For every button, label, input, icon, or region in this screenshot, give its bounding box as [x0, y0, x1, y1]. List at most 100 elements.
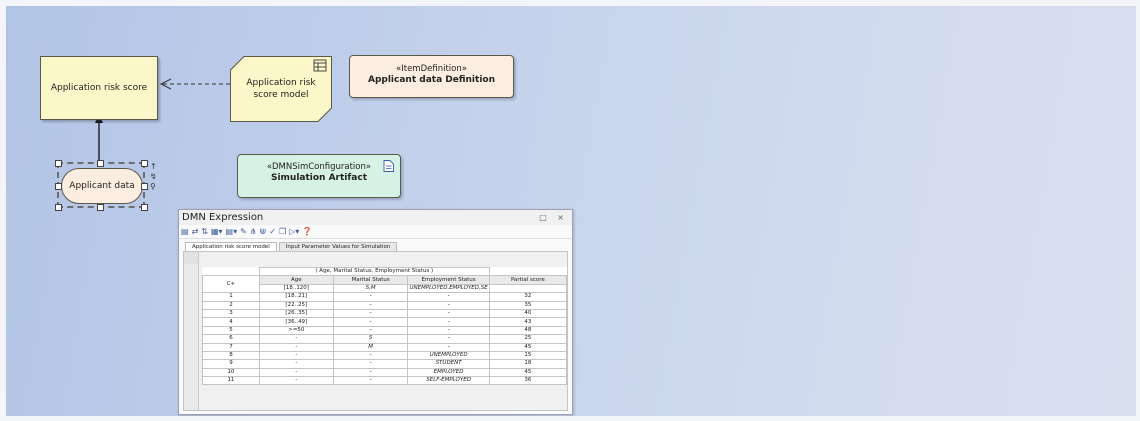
rule-cell[interactable]: - — [407, 317, 490, 327]
rule-number-cell[interactable]: 7 — [202, 342, 260, 352]
rule-number-cell[interactable]: 10 — [202, 367, 260, 378]
sort-icon[interactable]: ⇅ — [201, 227, 208, 236]
table-row[interactable]: 2 [22..25] - -35 — [202, 300, 567, 310]
rule-cell[interactable]: 36 — [488, 376, 567, 386]
rule-cell[interactable]: [26..35] — [258, 308, 334, 319]
resize-handle[interactable] — [141, 160, 148, 167]
rule-cell[interactable]: 45 — [488, 342, 567, 352]
quicklink-connector-icon[interactable]: ↯ — [150, 172, 157, 182]
decision-node[interactable]: Application risk score — [40, 56, 158, 120]
dmn-titlebar[interactable]: DMN Expression □ × — [179, 210, 572, 225]
allowed-values-cell[interactable] — [488, 283, 567, 294]
bkm-node[interactable]: Application risk score model — [230, 56, 332, 122]
rule-cell[interactable]: - — [407, 300, 490, 310]
save-icon[interactable]: ▤ — [181, 227, 189, 236]
rule-cell[interactable]: - — [407, 308, 490, 319]
table-row[interactable]: 6- S -25 — [202, 334, 567, 344]
rule-number-cell[interactable]: 2 — [202, 300, 260, 310]
rule-number-cell[interactable]: 6 — [202, 334, 260, 344]
table-row[interactable]: 10- - EMPLOYED 45 — [202, 367, 567, 378]
dmn-expression-window[interactable]: DMN Expression □ × ▤ ⇄ ⇅ ▦▾ ▤▾ ✎ ⋔ ⋓ ✓ ❐… — [178, 209, 573, 415]
column-header[interactable]: Employment Status — [407, 275, 490, 285]
rule-number-cell[interactable]: 1 — [202, 292, 260, 302]
allowed-values-cell[interactable]: UNEMPLOYED,EMPLOYED,SE — [407, 283, 490, 294]
rule-cell[interactable]: >=50 — [258, 325, 334, 336]
rule-cell[interactable]: 32 — [488, 292, 567, 302]
table-row[interactable]: 11- - SELF-EMPLOYED 36 — [202, 376, 567, 386]
table-row[interactable]: 4 [36..49] - -43 — [202, 317, 567, 327]
tab-model[interactable]: Application risk score model — [185, 242, 277, 251]
table-row[interactable]: 8- - UNEMPLOYED 15 — [202, 350, 567, 361]
rule-cell[interactable]: - — [407, 334, 490, 344]
column-header[interactable]: Age — [258, 275, 334, 285]
rule-cell[interactable]: - — [407, 342, 490, 352]
rule-cell[interactable]: 45 — [488, 367, 567, 378]
rule-cell[interactable]: - — [258, 376, 334, 386]
edit-icon[interactable]: ✎ — [240, 227, 247, 236]
rule-cell[interactable]: - — [407, 292, 490, 302]
rule-cell[interactable]: - — [332, 292, 409, 302]
rule-cell[interactable]: STUDENT — [407, 359, 490, 369]
rule-cell[interactable]: 18 — [488, 359, 567, 369]
table-row[interactable]: 5 >=50- -48 — [202, 325, 567, 336]
rule-cell[interactable]: 48 — [488, 325, 567, 336]
rule-number-cell[interactable]: 8 — [202, 350, 260, 361]
validate-icon[interactable]: ✓ — [269, 227, 276, 236]
rule-cell[interactable]: - — [332, 317, 409, 327]
hit-policy-cell[interactable]: C+ — [202, 275, 260, 294]
allowed-values-cell[interactable]: S,M — [332, 283, 409, 294]
quicklink-search-icon[interactable]: ⚲ — [150, 182, 157, 192]
diagram-canvas[interactable]: Application risk score Application risk … — [6, 6, 1136, 416]
rule-cell[interactable]: - — [258, 359, 334, 369]
resize-handle[interactable] — [141, 183, 148, 190]
rule-number-cell[interactable]: 9 — [202, 359, 260, 369]
quicklink-arrow-icon[interactable]: ↑ — [150, 162, 157, 172]
resize-handle[interactable] — [55, 204, 62, 211]
table-row[interactable]: 9- - STUDENT 18 — [202, 359, 567, 369]
run-icon[interactable]: ▷▾ — [289, 227, 299, 236]
shuffle-icon[interactable]: ⇄ — [192, 227, 199, 236]
rule-cell[interactable]: 43 — [488, 317, 567, 327]
rule-cell[interactable]: 40 — [488, 308, 567, 319]
rule-cell[interactable]: 25 — [488, 334, 567, 344]
rule-cell[interactable]: EMPLOYED — [407, 367, 490, 378]
rule-cell[interactable]: 35 — [488, 300, 567, 310]
rule-number-cell[interactable]: 3 — [202, 308, 260, 319]
table-row[interactable]: 7- M -45 — [202, 342, 567, 352]
rule-cell[interactable]: SELF-EMPLOYED — [407, 376, 490, 386]
table-row[interactable]: 3 [26..35] - -40 — [202, 308, 567, 319]
merge-icon[interactable]: ⋓ — [260, 227, 267, 236]
rule-number-cell[interactable]: 5 — [202, 325, 260, 336]
rule-cell[interactable]: - — [332, 308, 409, 319]
rule-cell[interactable]: - — [258, 350, 334, 361]
help-icon[interactable]: ❓ — [302, 227, 312, 236]
insert-row-icon[interactable]: ▤▾ — [226, 227, 238, 236]
column-header[interactable]: Partial score — [488, 275, 567, 285]
item-definition-node[interactable]: «ItemDefinition» Applicant data Definiti… — [349, 55, 514, 98]
resize-handle[interactable] — [141, 204, 148, 211]
simulation-artifact-node[interactable]: «DMNSimConfiguration» Simulation Artifac… — [237, 154, 401, 198]
window-buttons[interactable]: □ × — [539, 213, 572, 222]
rule-cell[interactable]: - — [258, 334, 334, 344]
rule-cell[interactable]: M — [332, 342, 409, 352]
insert-column-icon[interactable]: ▦▾ — [211, 227, 223, 236]
resize-handle[interactable] — [97, 160, 104, 167]
input-data-node[interactable]: Applicant data — [61, 168, 143, 204]
rule-cell[interactable]: 15 — [488, 350, 567, 361]
resize-handle[interactable] — [55, 160, 62, 167]
rule-cell[interactable]: - — [332, 350, 409, 361]
copy-icon[interactable]: ❐ — [279, 227, 286, 236]
allowed-values-cell[interactable]: [18..120] — [258, 283, 334, 294]
rule-cell[interactable]: - — [258, 367, 334, 378]
rule-cell[interactable]: - — [332, 367, 409, 378]
rule-cell[interactable]: - — [332, 325, 409, 336]
table-row[interactable]: 1 [18..21] - -32 — [202, 292, 567, 302]
rule-number-cell[interactable]: 4 — [202, 317, 260, 327]
split-icon[interactable]: ⋔ — [250, 227, 257, 236]
rule-cell[interactable]: - — [258, 342, 334, 352]
rule-cell[interactable]: - — [407, 325, 490, 336]
rule-cell[interactable]: - — [332, 376, 409, 386]
rule-cell[interactable]: [18..21] — [258, 292, 334, 302]
rule-cell[interactable]: - — [332, 300, 409, 310]
resize-handle[interactable] — [97, 204, 104, 211]
